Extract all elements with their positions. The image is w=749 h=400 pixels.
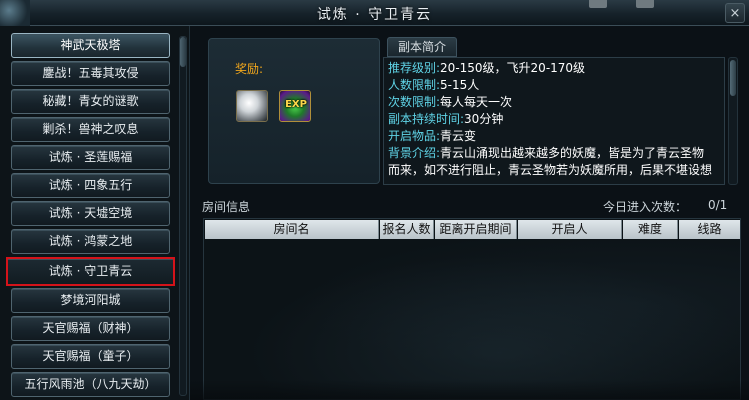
column-header-difficulty[interactable]: 难度: [623, 220, 678, 239]
room-table: 房间名 报名人数 距离开启期间 开启人 难度 线路: [203, 218, 741, 400]
dungeon-item[interactable]: 试炼 · 鸿蒙之地: [11, 229, 170, 254]
column-header-line[interactable]: 线路: [679, 220, 740, 239]
dungeon-item[interactable]: 天官赐福（童子）: [11, 344, 170, 369]
scrollbar-thumb[interactable]: [180, 37, 186, 67]
dungeon-item[interactable]: 天官赐福（财神）: [11, 316, 170, 341]
reward-panel: 奖励: EXP: [208, 38, 380, 184]
description-line: 次数限制:每人每天一次: [388, 95, 513, 109]
dungeon-item[interactable]: 试炼 · 四象五行: [11, 173, 170, 198]
description-line: 副本持续时间:30分钟: [388, 112, 504, 126]
room-info-title: 房间信息: [202, 200, 251, 214]
bottom-shade: [190, 380, 749, 400]
entry-count-value: 0/1: [708, 198, 728, 212]
silver-orb-icon[interactable]: [236, 90, 268, 122]
exp-icon-text: EXP: [285, 99, 307, 110]
description-header: 副本简介: [387, 37, 457, 57]
description-box: 推荐级别:20-150级，飞升20-170级 人数限制:5-15人 次数限制:每…: [383, 57, 725, 185]
dungeon-item[interactable]: 剿杀！兽神之叹息: [11, 117, 170, 142]
dungeon-item[interactable]: 鏖战！五毒其攻侵: [11, 61, 170, 86]
description-line: 人数限制:5-15人: [388, 78, 480, 92]
dungeon-item[interactable]: 梦境河阳城: [11, 288, 170, 313]
dungeon-item[interactable]: 试炼 · 圣莲赐福: [11, 145, 170, 170]
scrollbar-thumb[interactable]: [730, 60, 736, 96]
exp-icon[interactable]: EXP: [279, 90, 311, 122]
description-line: 开启物品:青云变: [388, 129, 477, 143]
description-line: 背景介绍:青云山涌现出越来越多的妖魔，皆是为了青云圣物: [388, 146, 705, 160]
title-bar: 试炼 · 守卫青云 ×: [0, 0, 749, 26]
reward-label: 奖励:: [235, 62, 264, 76]
room-table-background: [204, 239, 740, 399]
dungeon-item[interactable]: 五行风雨池（八九天劫）: [11, 372, 170, 397]
dungeon-item[interactable]: 试炼 · 天墟空境: [11, 201, 170, 226]
close-icon[interactable]: ×: [725, 3, 745, 23]
column-header-opener[interactable]: 开启人: [518, 220, 622, 239]
window-title: 试炼 · 守卫青云: [316, 7, 433, 23]
dungeon-item[interactable]: 秘藏！青女的谜歌: [11, 89, 170, 114]
dungeon-list-scrollbar[interactable]: [179, 36, 187, 396]
dungeon-item-selected[interactable]: 试炼 · 守卫青云: [6, 257, 175, 286]
column-header-time-to-open[interactable]: 距离开启期间: [435, 220, 517, 239]
entry-count-label: 今日进入次数：: [603, 200, 688, 214]
description-line: 而来，如不进行阻止，青云圣物若为妖魔所用，后果不堪设想: [388, 163, 713, 177]
dungeon-item[interactable]: 神武天极塔: [11, 33, 170, 58]
description-scrollbar[interactable]: [728, 57, 738, 185]
description-line: 推荐级别:20-150级，飞升20-170级: [388, 61, 586, 75]
dungeon-list: 神武天极塔 鏖战！五毒其攻侵 秘藏！青女的谜歌 剿杀！兽神之叹息 试炼 · 圣莲…: [0, 26, 190, 400]
column-header-room-name[interactable]: 房间名: [205, 220, 379, 239]
column-header-signups[interactable]: 报名人数: [380, 220, 434, 239]
